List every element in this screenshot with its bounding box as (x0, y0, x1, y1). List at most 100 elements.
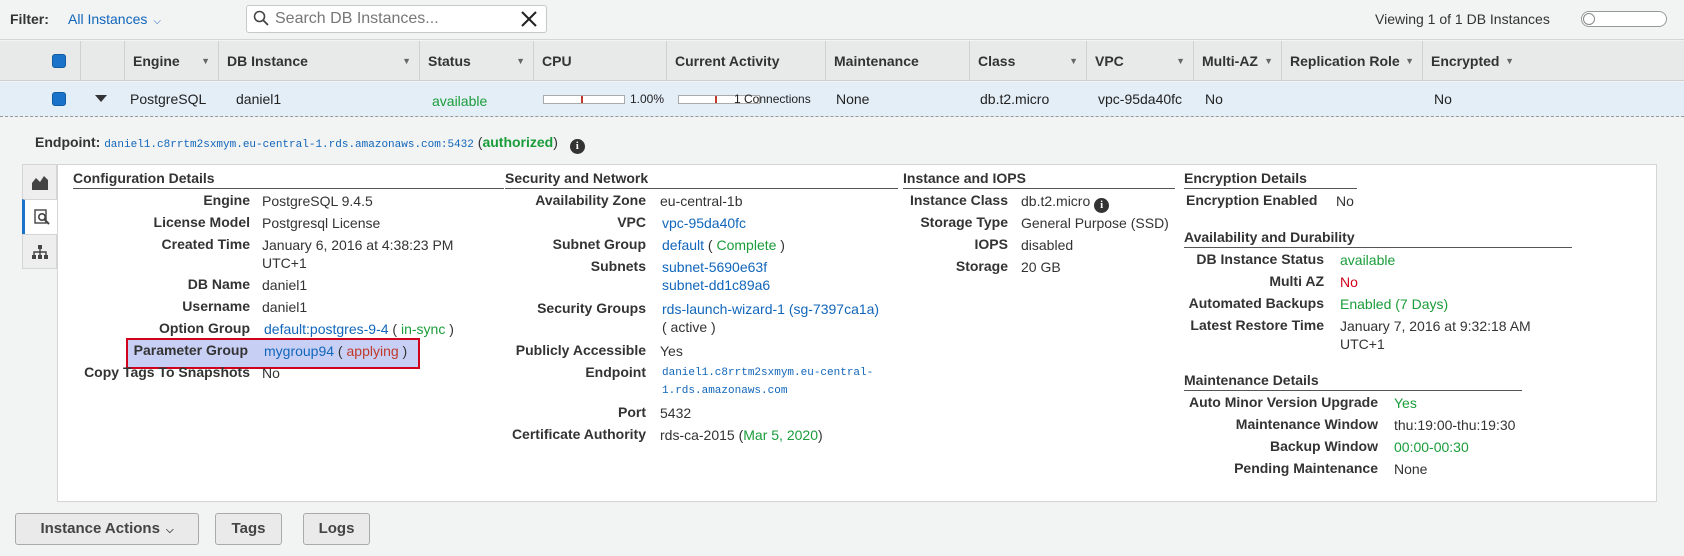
magnifier-document-icon (34, 209, 50, 225)
cell-cpu: 1.00% (630, 92, 665, 106)
subnet-link-1[interactable]: subnet-5690e63f (662, 258, 770, 276)
security-group-link[interactable]: rds-launch-wizard-1 (sg-7397ca1a) (662, 300, 879, 318)
column-label: VPC (1095, 53, 1124, 69)
label-copy-tags: Copy Tags To Snapshots (84, 364, 250, 380)
label-encryption-enabled: Encryption Enabled (1186, 192, 1318, 208)
label-publicly-accessible: Publicly Accessible (515, 342, 646, 358)
sort-icon: ▼ (1505, 56, 1514, 66)
value-encryption-enabled: No (1336, 193, 1354, 209)
value-endpoint: daniel1.c8rrtm2sxmym.eu-central- 1.rds.am… (662, 364, 873, 400)
search-box[interactable] (246, 5, 547, 33)
value-multi-az: No (1340, 274, 1358, 290)
column-header-cpu[interactable]: CPU (533, 41, 666, 81)
section-title-encryption: Encryption Details (1184, 170, 1357, 189)
value-subnets: subnet-5690e63f subnet-dd1c89a6 (662, 258, 770, 294)
tags-button[interactable]: Tags (215, 513, 282, 545)
value-subnet-group: default ( Complete ) (662, 237, 785, 253)
endpoint-line-2[interactable]: 1.rds.amazonaws.com (662, 382, 873, 400)
section-title-maintenance: Maintenance Details (1184, 372, 1522, 391)
label-security-groups: Security Groups (537, 300, 646, 316)
label-instance-class: Instance Class (909, 192, 1008, 208)
column-header-current-activity[interactable]: Current Activity (666, 41, 825, 81)
info-icon[interactable]: i (1094, 198, 1110, 213)
column-label: Current Activity (675, 53, 780, 69)
filter-bar: Filter: All Instances ⌵ Viewing 1 of 1 DB… (0, 0, 1684, 40)
table-row[interactable]: PostgreSQL daniel1 available 1.00% 1 Con… (0, 82, 1684, 117)
value-copy-tags: No (262, 365, 280, 381)
column-header-engine[interactable]: Engine ▼ (124, 41, 218, 81)
activity-meter-fill (715, 96, 717, 103)
search-input[interactable] (273, 9, 513, 29)
table-header: Engine ▼ DB Instance ▼ Status ▼ CPU Current… (0, 41, 1684, 81)
subnet-group-link[interactable]: default (662, 237, 704, 253)
label-automated-backups: Automated Backups (1188, 295, 1324, 311)
view-toggle[interactable] (1581, 11, 1667, 27)
row-checkbox[interactable] (52, 92, 66, 106)
endpoint-value[interactable]: daniel1.c8rrtm2sxmym.eu-central-1.rds.am… (104, 139, 474, 151)
filter-dropdown[interactable]: All Instances ⌵ (68, 11, 161, 27)
value-certificate-authority: rds-ca-2015 (Mar 5, 2020) (660, 427, 823, 443)
vpc-link[interactable]: vpc-95da40fc (662, 214, 746, 232)
instance-actions-label: Instance Actions (40, 520, 160, 537)
sort-icon: ▼ (1405, 56, 1414, 66)
label-created-time: Created Time (161, 236, 250, 252)
column-header-status[interactable]: Status ▼ (419, 41, 533, 81)
cell-current-activity: 1 Connections (734, 92, 811, 106)
info-icon[interactable]: i (569, 139, 585, 154)
sort-icon: ▼ (201, 56, 210, 66)
value-latest-restore-time: January 7, 2016 at 9:32:18 AM UTC+1 (1340, 317, 1531, 353)
value-auto-minor-version-upgrade: Yes (1394, 395, 1417, 411)
instance-actions-button[interactable]: Instance Actions ⌵ (15, 513, 199, 545)
toggle-knob (1583, 13, 1595, 25)
column-header-multi-az[interactable]: Multi-AZ ▼ (1193, 41, 1281, 81)
column-header-replication-role[interactable]: Replication Role ▼ (1281, 41, 1422, 81)
tab-details[interactable] (22, 199, 57, 234)
value-iops: disabled (1021, 237, 1074, 253)
endpoint-line-1[interactable]: daniel1.c8rrtm2sxmym.eu-central- (662, 364, 873, 382)
value-license-model: Postgresql License (262, 215, 381, 231)
created-time-line-2: UTC+1 (262, 255, 307, 271)
label-maintenance-window: Maintenance Window (1235, 416, 1378, 432)
cell-status: available (432, 93, 488, 109)
security-group-status: ( active ) (662, 319, 716, 335)
viewing-count: Viewing 1 of 1 DB Instances (1375, 11, 1550, 27)
tab-topology[interactable] (22, 234, 57, 269)
chevron-down-icon: ⌵ (165, 525, 174, 536)
parameter-group-link[interactable]: mygroup94 (264, 343, 334, 359)
expand-icon[interactable] (95, 95, 107, 102)
section-title-instance-iops: Instance and IOPS (903, 170, 1175, 189)
logs-button[interactable]: Logs (303, 513, 370, 545)
sort-icon: ▼ (1264, 56, 1273, 66)
endpoint-label: Endpoint: (35, 134, 101, 150)
endpoint-status: authorized (482, 134, 554, 150)
close-icon[interactable] (520, 9, 538, 29)
label-latest-restore-time: Latest Restore Time (1190, 317, 1324, 333)
label-option-group: Option Group (159, 320, 250, 336)
label-subnets: Subnets (590, 258, 646, 274)
tab-monitoring[interactable] (22, 164, 57, 199)
cell-multi-az: No (1205, 91, 1223, 107)
sort-icon: ▼ (1176, 56, 1185, 66)
column-header-maintenance[interactable]: Maintenance (825, 41, 969, 81)
label-multi-az: Multi AZ (1269, 273, 1324, 289)
label-license-model: License Model (153, 214, 250, 230)
column-header-class[interactable]: Class ▼ (969, 41, 1086, 81)
value-pending-maintenance: None (1394, 461, 1428, 477)
sort-icon: ▼ (1069, 56, 1078, 66)
label-availability-zone: Availability Zone (535, 192, 646, 208)
subnet-link-2[interactable]: subnet-dd1c89a6 (662, 276, 770, 294)
select-all-checkbox[interactable] (52, 54, 66, 68)
column-header-vpc[interactable]: VPC ▼ (1086, 41, 1193, 81)
section-title-configuration: Configuration Details (73, 170, 504, 189)
column-header-db-instance[interactable]: DB Instance ▼ (218, 41, 419, 81)
label-vpc: VPC (617, 214, 646, 230)
label-auto-minor-version-upgrade: Auto Minor Version Upgrade (1188, 394, 1378, 410)
restore-time-line-2: UTC+1 (1340, 336, 1385, 352)
option-group-link[interactable]: default:postgres-9-4 (264, 321, 389, 337)
value-db-name: daniel1 (262, 277, 308, 293)
parameter-group-status: applying (346, 343, 399, 359)
column-label: Class (978, 53, 1016, 69)
column-header-encrypted[interactable]: Encrypted ▼ (1422, 41, 1522, 81)
cpu-meter (543, 95, 625, 104)
value-port: 5432 (660, 405, 692, 421)
